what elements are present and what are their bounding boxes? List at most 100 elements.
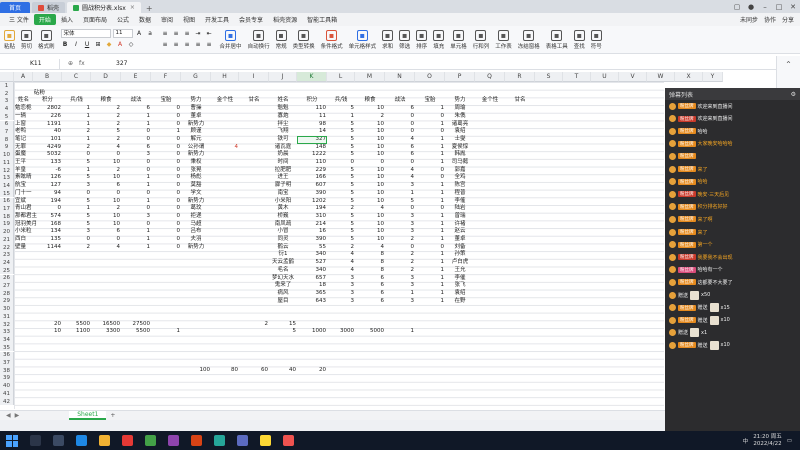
cell-P7[interactable]: 袁绍 [446, 128, 474, 135]
cell-A7[interactable]: 老鸭 [15, 128, 32, 135]
cell-L23[interactable]: 4 [328, 251, 355, 258]
ribbon-filter-button[interactable]: ▪ 筛选 [399, 29, 410, 50]
cell-E14[interactable]: 1 [122, 182, 151, 189]
ribbon-find-button[interactable]: ▪ 查找 [573, 29, 585, 50]
cell-D6[interactable]: 2 [92, 121, 121, 128]
cell-N15[interactable]: 1 [386, 190, 415, 197]
cell-B22[interactable]: 1144 [34, 244, 61, 251]
cell-P4[interactable]: 周瑜 [446, 105, 474, 112]
cell-P18[interactable]: 曾瑞 [446, 213, 474, 220]
cell-L15[interactable]: 5 [328, 190, 355, 197]
cell-G11[interactable]: 秉权 [182, 159, 210, 166]
ribbon-merge-button[interactable]: ▪ 合并居中 [220, 29, 242, 50]
cell-D33[interactable]: 3300 [92, 328, 120, 335]
italic-icon[interactable]: I [72, 40, 81, 49]
ribbon-format-button[interactable]: ▪ 常规 [275, 29, 287, 50]
row-header[interactable]: 12 [0, 166, 14, 175]
cell-C13[interactable]: 5 [63, 174, 91, 181]
cell-N5[interactable]: 0 [386, 113, 415, 120]
cell-L19[interactable]: 5 [328, 221, 355, 228]
cell-M5[interactable]: 2 [356, 113, 385, 120]
row-header[interactable]: 24 [0, 259, 14, 267]
cell-E11[interactable]: 0 [122, 159, 151, 166]
cell-C21[interactable]: 0 [63, 236, 91, 243]
cell-J5[interactable]: 寡炮 [270, 113, 296, 120]
cell-B32[interactable]: 20 [34, 321, 61, 328]
cell-B5[interactable]: 226 [34, 113, 62, 120]
cell-K17[interactable]: 194 [298, 205, 327, 212]
ribbon-fill-button[interactable]: ▪ 填充 [433, 29, 444, 50]
cell-P13[interactable]: 全鸡 [446, 174, 474, 181]
cell-J28[interactable]: 病风 [270, 290, 296, 297]
row-header[interactable]: 26 [0, 274, 14, 283]
column-header-S[interactable]: S [535, 72, 563, 82]
cell-C14[interactable]: 3 [63, 182, 91, 189]
column-header-D[interactable]: D [91, 72, 121, 82]
row-header[interactable]: 13 [0, 174, 14, 183]
row-header[interactable]: 7 [0, 128, 14, 136]
cell-L16[interactable]: 5 [328, 198, 355, 205]
row-header[interactable]: 27 [0, 282, 14, 290]
cell-A12[interactable]: 羊皇 [15, 167, 32, 174]
cell-F10[interactable]: 0 [152, 151, 181, 158]
cell-D12[interactable]: 2 [92, 167, 121, 174]
column-header-I[interactable]: I [239, 72, 269, 82]
cell-G4[interactable]: 曹操 [182, 105, 210, 112]
cell-E10[interactable]: 3 [122, 151, 151, 158]
edge-icon[interactable] [76, 435, 87, 446]
cell-D14[interactable]: 6 [92, 182, 121, 189]
cell-B8[interactable]: 101 [34, 136, 62, 143]
cell-L9[interactable]: 5 [328, 144, 355, 151]
cell-K24[interactable]: 527 [298, 259, 327, 266]
cell-J18[interactable]: 桥巍 [270, 213, 296, 220]
cell-L3[interactable]: 兵/钱 [328, 97, 354, 104]
cell-F20[interactable]: 0 [152, 228, 181, 235]
cell-M6[interactable]: 10 [356, 121, 384, 128]
cell-D16[interactable]: 10 [92, 198, 120, 205]
cell-E17[interactable]: 0 [122, 205, 151, 212]
grow-font-icon[interactable]: A [135, 29, 144, 38]
cell-E19[interactable]: 0 [122, 221, 151, 228]
cell-C22[interactable]: 2 [63, 244, 91, 251]
cell-D19[interactable]: 10 [92, 221, 120, 228]
cell-F5[interactable]: 0 [152, 113, 181, 120]
indent-icon[interactable]: ⇥ [194, 29, 203, 38]
cell-F21[interactable]: 0 [152, 236, 181, 243]
ribbon-tool-button[interactable]: ▪ 表格工具 [546, 29, 568, 50]
cell-J16[interactable]: 小米阳 [270, 198, 296, 205]
cell-O11[interactable]: 1 [416, 159, 445, 166]
cell-L7[interactable]: 5 [328, 128, 355, 135]
cell-A10[interactable]: 蛋魔 [15, 151, 32, 158]
cell-N9[interactable]: 6 [386, 144, 415, 151]
cell-G19[interactable]: 马超 [182, 221, 210, 228]
cell-K22[interactable]: 55 [298, 244, 326, 251]
cell-P21[interactable]: 董卓 [446, 236, 474, 243]
cell-G6[interactable]: 新势力 [182, 121, 210, 128]
cell-D17[interactable]: 2 [92, 205, 121, 212]
cell-A5[interactable]: 一辆 [15, 113, 32, 120]
cell-E22[interactable]: 1 [122, 244, 151, 251]
font-name-select[interactable]: 宋体 [60, 28, 111, 38]
cell-K6[interactable]: 98 [298, 121, 326, 128]
cell-E21[interactable]: 1 [122, 236, 151, 243]
cell-M4[interactable]: 10 [356, 105, 384, 112]
cell-N22[interactable]: 0 [386, 244, 415, 251]
cell-H38[interactable]: 80 [212, 367, 238, 374]
cell-D32[interactable]: 16500 [92, 321, 121, 328]
row-header[interactable]: 22 [0, 243, 14, 252]
formula-input[interactable]: 327 [110, 60, 127, 67]
menu-item-3[interactable]: 页面布局 [78, 14, 112, 25]
cell-J24[interactable]: 天云孟鹤 [270, 259, 296, 266]
menu-item-0[interactable]: 三 文件 [4, 14, 34, 25]
cell-K10[interactable]: 1222 [298, 151, 326, 158]
cell-K11[interactable]: 110 [298, 159, 327, 166]
cell-A14[interactable]: 航宝 [15, 182, 32, 189]
cell-L4[interactable]: 5 [328, 105, 355, 112]
cell-A8[interactable]: 笔记 [15, 136, 32, 143]
cell-M11[interactable]: 0 [356, 159, 385, 166]
cell-A21[interactable]: 西白 [15, 236, 32, 243]
search-icon[interactable] [30, 435, 41, 446]
cell-M14[interactable]: 10 [356, 182, 384, 189]
cell-O24[interactable]: 1 [416, 259, 445, 266]
cell-E18[interactable]: 3 [122, 213, 151, 220]
